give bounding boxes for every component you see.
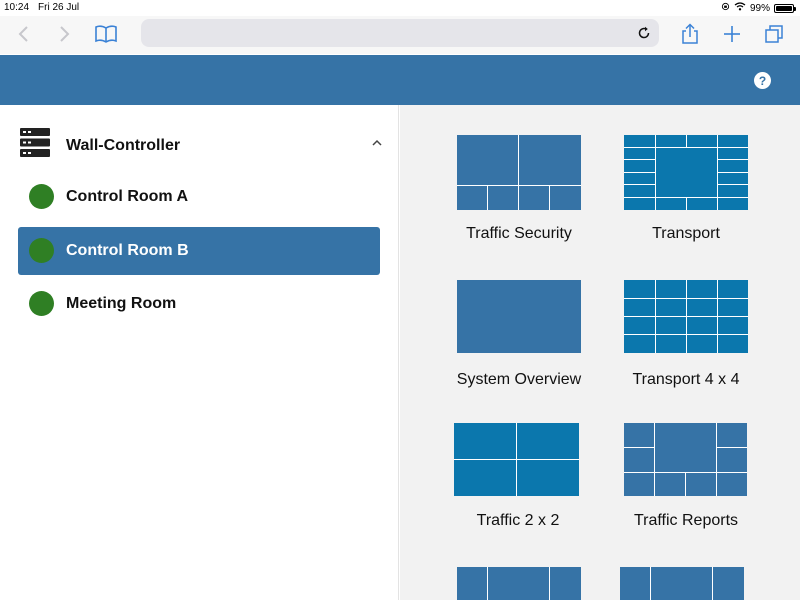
browser-toolbar bbox=[0, 16, 800, 54]
battery-icon bbox=[774, 3, 796, 13]
chevron-left-icon bbox=[18, 26, 28, 42]
layout-grid: Traffic Security Transport System Overvi… bbox=[400, 105, 800, 600]
book-icon bbox=[95, 25, 117, 43]
layout-tile-traffic-security[interactable]: Traffic Security bbox=[457, 135, 581, 242]
chevron-right-icon bbox=[60, 26, 70, 42]
layout-tile-transport[interactable]: Transport bbox=[624, 135, 748, 242]
layout-preview bbox=[624, 423, 747, 496]
room-item-control-room-a[interactable]: Control Room A bbox=[18, 173, 380, 221]
layout-label: System Overview bbox=[456, 371, 582, 388]
battery-percent: 99% bbox=[749, 2, 770, 14]
forward-button[interactable] bbox=[50, 20, 78, 48]
layout-label: Traffic Security bbox=[466, 225, 572, 242]
status-bar: 10:24 Fri 26 Jul 99% bbox=[0, 0, 800, 16]
layout-preview bbox=[457, 567, 581, 600]
layout-tile-traffic-2x2[interactable]: Traffic 2 x 2 bbox=[454, 423, 579, 529]
layout-label: Traffic 2 x 2 bbox=[476, 512, 560, 529]
status-time: 10:24 bbox=[4, 2, 30, 13]
server-rack-icon bbox=[20, 127, 50, 164]
layout-label: Transport bbox=[652, 225, 720, 242]
help-icon: ? bbox=[758, 73, 767, 88]
layout-label: Transport 4 x 4 bbox=[632, 371, 740, 388]
chevron-up-icon[interactable] bbox=[370, 135, 384, 153]
layout-preview bbox=[457, 280, 581, 353]
room-item-meeting-room[interactable]: Meeting Room bbox=[18, 280, 380, 328]
room-label: Meeting Room bbox=[66, 295, 177, 312]
help-button[interactable]: ? bbox=[754, 72, 771, 89]
tabs-button[interactable] bbox=[760, 20, 788, 48]
app-header: ? bbox=[0, 55, 800, 105]
status-dot bbox=[29, 291, 54, 316]
status-dot bbox=[29, 238, 54, 263]
status-right: 99% bbox=[721, 2, 796, 14]
status-dot bbox=[29, 184, 54, 209]
plus-icon bbox=[724, 26, 740, 42]
layout-preview bbox=[457, 135, 581, 210]
layout-label: Traffic Reports bbox=[633, 512, 739, 529]
layout-preview bbox=[620, 567, 744, 600]
reload-icon bbox=[638, 26, 650, 39]
bookmarks-button[interactable] bbox=[92, 20, 120, 48]
tabs-icon bbox=[765, 25, 783, 43]
address-bar[interactable] bbox=[141, 19, 659, 47]
layout-preview bbox=[624, 280, 748, 353]
room-label: Control Room A bbox=[66, 188, 189, 205]
reload-button[interactable] bbox=[633, 22, 655, 44]
share-button[interactable] bbox=[676, 20, 704, 48]
back-button[interactable] bbox=[10, 20, 38, 48]
layout-preview bbox=[624, 135, 748, 210]
layout-tile[interactable] bbox=[457, 567, 581, 600]
layout-tile-traffic-reports[interactable]: Traffic Reports bbox=[624, 423, 747, 529]
orientation-lock-icon bbox=[721, 2, 730, 14]
layout-tile-transport-4x4[interactable]: Transport 4 x 4 bbox=[624, 280, 748, 388]
group-title: Wall-Controller bbox=[66, 137, 181, 154]
wall-controller-group[interactable]: Wall-Controller bbox=[0, 125, 399, 165]
layout-tile-system-overview[interactable]: System Overview bbox=[457, 280, 581, 388]
layout-tile[interactable] bbox=[620, 567, 744, 600]
share-icon bbox=[682, 23, 698, 44]
room-label: Control Room B bbox=[66, 242, 189, 259]
new-tab-button[interactable] bbox=[718, 20, 746, 48]
status-date: Fri 26 Jul bbox=[38, 2, 80, 13]
wifi-icon bbox=[734, 2, 746, 14]
layout-preview bbox=[454, 423, 579, 496]
room-item-control-room-b[interactable]: Control Room B bbox=[18, 227, 380, 275]
sidebar: Wall-Controller Control Room A Control R… bbox=[0, 105, 399, 600]
